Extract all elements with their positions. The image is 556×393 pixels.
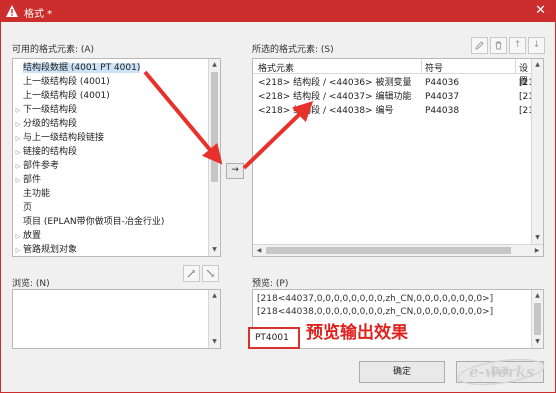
tree-item[interactable]: ▷ 管路规划对象 xyxy=(13,243,78,256)
tree-item[interactable]: 主功能 xyxy=(13,187,50,201)
edit-button[interactable] xyxy=(471,37,488,54)
tree-item-label: 与上一级结构段链接 xyxy=(23,133,105,143)
cell-symbol: P44037 xyxy=(425,92,460,102)
pencil-icon xyxy=(475,41,484,50)
ok-button[interactable]: 确定 xyxy=(359,361,445,383)
scroll-thumb[interactable] xyxy=(534,303,541,335)
tree-item[interactable]: 上一级结构段 (4001) xyxy=(13,75,110,89)
expand-arrow-icon[interactable]: ▷ xyxy=(13,104,23,118)
table-row[interactable]: <218> 结构段 / <44036> 被测变量 P44036 [218 xyxy=(253,76,540,90)
grid-horizontal-scrollbar[interactable]: ◀ ▶ xyxy=(253,244,543,256)
preview-output-annotation: 预览输出效果 xyxy=(306,323,408,343)
arrow-up-icon: ↑ xyxy=(513,40,522,50)
tree-item-label: 部件参考 xyxy=(23,161,60,171)
close-icon[interactable]: ✕ xyxy=(535,3,546,19)
cell-symbol: P44036 xyxy=(425,78,460,88)
preview-output-highlight: PT4001 xyxy=(248,327,300,349)
cell-element: <218> 结构段 / <44036> 被测变量 xyxy=(258,78,412,88)
expand-arrow-icon[interactable]: ▷ xyxy=(13,244,23,256)
expand-arrow-icon[interactable]: ▷ xyxy=(13,118,23,132)
preview-line: [218<44037,0,0,0,0,0,0,0,0,zh_CN,0,0,0,0… xyxy=(257,294,494,304)
preview-output-value: PT4001 xyxy=(255,333,289,343)
browse-scrollbar[interactable]: ▲ ▼ xyxy=(208,290,220,348)
preview-label: 预览: (P) xyxy=(252,279,289,289)
selected-elements-label: 所选的格式元素: (S) xyxy=(252,45,334,55)
available-elements-label: 可用的格式元素: (A) xyxy=(12,45,95,55)
tree-item-label: 部件 xyxy=(23,175,42,185)
tree-item[interactable]: 结构段数据 (4001 PT 4001) xyxy=(13,61,141,75)
tree-item[interactable]: 项目 (EPLAN带你做项目-冶金行业) xyxy=(13,215,164,229)
tree-item[interactable]: ▷ 部件 xyxy=(13,173,41,187)
warning-icon xyxy=(6,5,18,17)
table-row[interactable]: <218> 结构段 / <44037> 编辑功能 P44037 [218 xyxy=(253,90,540,104)
scroll-down-icon[interactable]: ▼ xyxy=(532,336,543,348)
tree-item[interactable]: ▷ 放置 xyxy=(13,229,41,243)
expand-arrow-icon[interactable]: ▷ xyxy=(13,132,23,146)
scroll-right-icon[interactable]: ▶ xyxy=(531,245,543,256)
title-bar: 格式 * ✕ xyxy=(0,0,556,22)
scroll-thumb[interactable] xyxy=(211,72,218,182)
browse-panel[interactable]: ▲ ▼ xyxy=(12,289,221,349)
browse-tool-button-2[interactable] xyxy=(202,265,219,282)
grid-vertical-scrollbar[interactable]: ▲ ▼ xyxy=(531,59,543,244)
eworks-watermark-logo: e-works xyxy=(457,358,545,386)
selected-elements-grid[interactable]: 格式元素 符号 设置 <218> 结构段 / <44036> 被测变量 P4403… xyxy=(252,58,544,257)
tree-item-label: 项目 (EPLAN带你做项目-冶金行业) xyxy=(23,217,165,227)
expand-arrow-icon[interactable]: ▷ xyxy=(13,146,23,160)
browse-tool-button-1[interactable] xyxy=(183,265,200,282)
grid-header: 格式元素 符号 设置 xyxy=(253,59,531,87)
tree-item[interactable]: ▷ 与上一级结构段链接 xyxy=(13,131,104,145)
tree-item[interactable]: ▷ 分级的结构段 xyxy=(13,117,77,131)
cell-element: <218> 结构段 / <44037> 编辑功能 xyxy=(258,92,412,102)
expand-arrow-icon[interactable]: ▷ xyxy=(13,174,23,188)
tree-item-label: 页 xyxy=(23,203,33,213)
scroll-thumb[interactable] xyxy=(266,247,511,254)
tree-item-label: 上一级结构段 (4001) xyxy=(23,91,110,101)
window-title: 格式 * xyxy=(24,9,53,20)
tree-item-label: 分级的结构段 xyxy=(23,119,78,129)
tree-item[interactable]: 页 xyxy=(13,201,32,215)
wand-icon xyxy=(206,269,214,277)
column-header-symbol[interactable]: 符号 xyxy=(425,61,443,74)
tree-item[interactable]: ▷ 下一级结构段 xyxy=(13,103,77,117)
scroll-up-icon[interactable]: ▲ xyxy=(532,290,543,302)
tree-item[interactable]: 上一级结构段 (4001) xyxy=(13,89,110,103)
add-element-button[interactable]: → xyxy=(226,163,244,179)
tree-item[interactable]: ▷ 部件参考 xyxy=(13,159,59,173)
trash-icon xyxy=(495,41,502,50)
tree-item[interactable]: ▷ 链接的结构段 xyxy=(13,145,77,159)
tree-item-label: 上一级结构段 (4001) xyxy=(23,77,110,87)
cell-element: <218> 结构段 / <44038> 编号 xyxy=(258,106,394,116)
tree-item-label: 管路规划对象 xyxy=(23,245,78,255)
arrow-right-icon: → xyxy=(231,165,239,175)
svg-text:e-works: e-works xyxy=(469,363,535,381)
tree-item-label: 下一级结构段 xyxy=(23,105,78,115)
scroll-down-icon[interactable]: ▼ xyxy=(209,244,220,256)
tree-item-label: 结构段数据 (4001 PT 4001) xyxy=(23,63,141,73)
tree-item-label: 放置 xyxy=(23,231,42,241)
expand-arrow-icon[interactable]: ▷ xyxy=(13,160,23,174)
scroll-up-icon[interactable]: ▲ xyxy=(532,59,543,71)
scroll-up-icon[interactable]: ▲ xyxy=(209,290,220,302)
browse-label: 浏览: (N) xyxy=(12,279,50,289)
scroll-down-icon[interactable]: ▼ xyxy=(532,232,543,244)
tree-item-label: 链接的结构段 xyxy=(23,147,78,157)
scroll-left-icon[interactable]: ◀ xyxy=(253,245,265,256)
cell-symbol: P44038 xyxy=(425,106,460,116)
scroll-down-icon[interactable]: ▼ xyxy=(209,336,220,348)
available-elements-tree[interactable]: 结构段数据 (4001 PT 4001) 上一级结构段 (4001) 上一级结构段 … xyxy=(12,58,221,257)
scroll-up-icon[interactable]: ▲ xyxy=(209,59,220,71)
table-row[interactable]: <218> 结构段 / <44038> 编号 P44038 [218 xyxy=(253,104,540,118)
move-down-button[interactable]: ↓ xyxy=(528,37,545,54)
move-up-button[interactable]: ↑ xyxy=(509,37,526,54)
wand-icon xyxy=(187,270,195,278)
preview-scrollbar[interactable]: ▲ ▼ xyxy=(531,290,543,348)
delete-button[interactable] xyxy=(490,37,507,54)
arrow-down-icon: ↓ xyxy=(532,40,541,50)
column-header-element[interactable]: 格式元素 xyxy=(258,61,294,74)
available-tree-scrollbar[interactable]: ▲ ▼ xyxy=(208,59,220,256)
expand-arrow-icon[interactable]: ▷ xyxy=(13,230,23,244)
tree-item-label: 主功能 xyxy=(23,189,51,199)
